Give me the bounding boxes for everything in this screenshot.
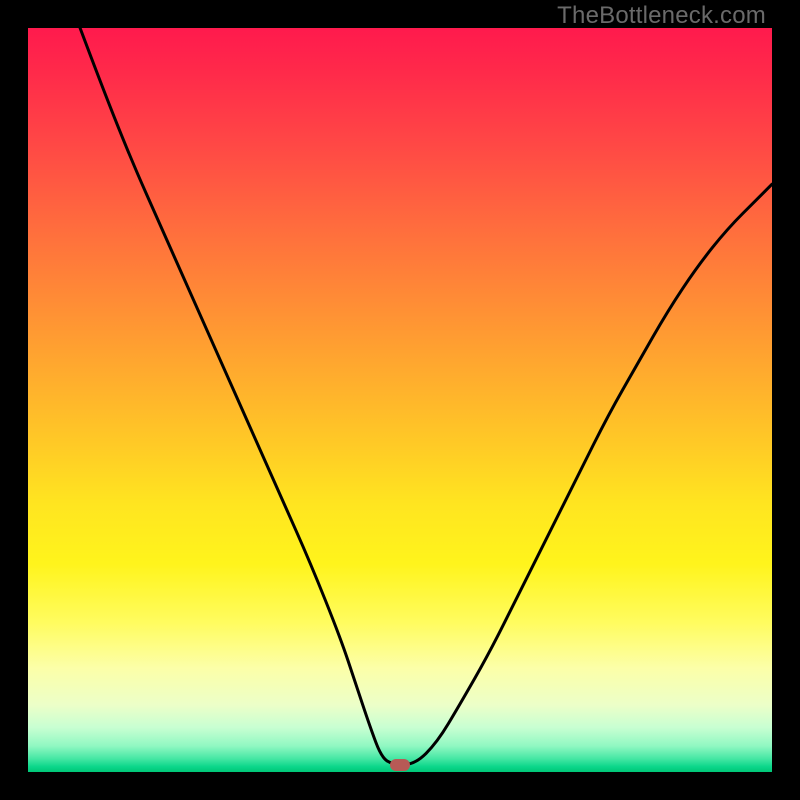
watermark-text: TheBottleneck.com — [557, 2, 766, 30]
chart-frame — [28, 28, 772, 772]
chart-curve-svg — [28, 28, 772, 772]
bottleneck-curve-path — [80, 28, 772, 765]
minimum-marker — [390, 759, 410, 771]
